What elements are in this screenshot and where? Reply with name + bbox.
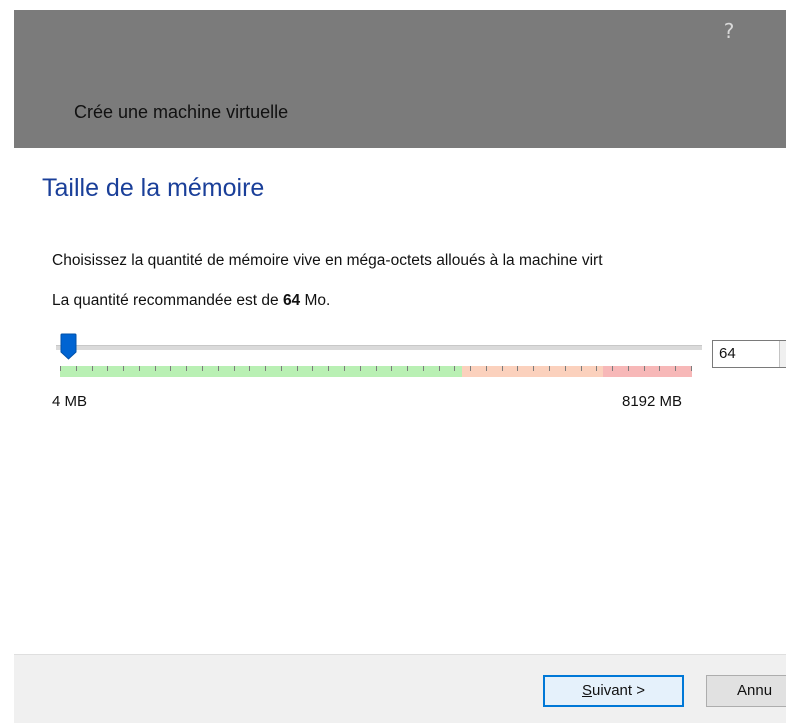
wizard-title: Crée une machine virtuelle <box>74 102 289 122</box>
cancel-button[interactable]: Annu <box>706 675 786 707</box>
create-vm-wizard: ? Crée une machine virtuelle Taille de l… <box>0 0 786 723</box>
wizard-header: ? Crée une machine virtuelle <box>14 10 786 148</box>
memory-range-danger <box>603 366 692 377</box>
memory-range-safe <box>60 366 462 377</box>
memory-description: Choisissez la quantité de mémoire vive e… <box>52 252 603 269</box>
memory-range-warning <box>462 366 603 377</box>
next-label: uivant > <box>592 682 645 699</box>
recommend-prefix: La quantité recommandée est de <box>52 292 283 309</box>
memory-min-label: 4 MB <box>52 393 88 410</box>
next-button[interactable]: Suivant > <box>543 675 684 707</box>
page-title: Taille de la mémoire <box>42 174 265 202</box>
recommend-suffix: Mo. <box>300 292 331 309</box>
memory-slider-thumb[interactable] <box>60 333 77 360</box>
help-icon[interactable]: ? <box>718 18 740 44</box>
recommended-memory-text: La quantité recommandée est de 64 Mo. <box>52 292 330 310</box>
spin-buttons[interactable] <box>779 341 786 367</box>
cancel-label: Annu <box>737 682 773 699</box>
memory-max-label: 8192 MB <box>622 393 683 410</box>
recommend-value: 64 <box>282 292 301 309</box>
next-mnemonic: S <box>582 682 593 699</box>
memory-slider-track[interactable] <box>56 345 702 350</box>
memory-spinbox-value[interactable]: 64 <box>719 345 736 362</box>
wizard-footer: Suivant > Annu <box>14 654 786 723</box>
memory-spinbox[interactable]: 64 <box>712 340 786 368</box>
